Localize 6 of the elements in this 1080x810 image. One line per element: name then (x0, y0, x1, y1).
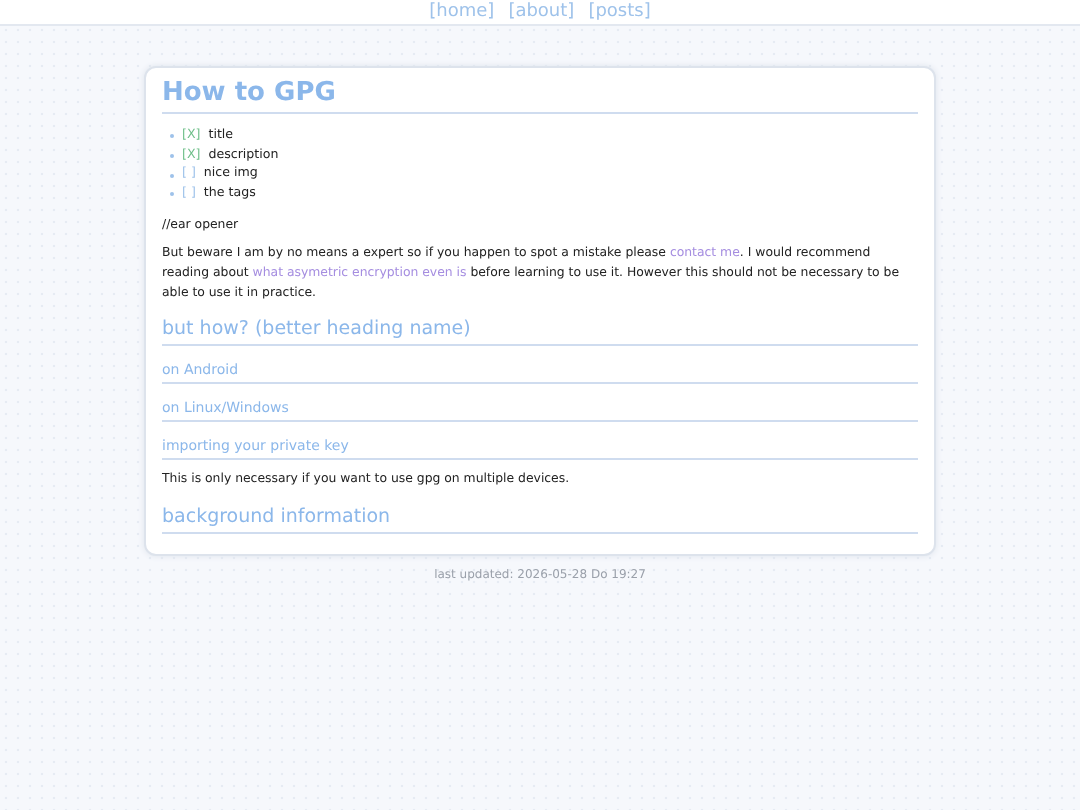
section-heading: background information (162, 505, 918, 534)
nav-link[interactable]: [posts] (588, 0, 651, 24)
section-heading: but how? (better heading name) (162, 318, 918, 347)
nav-link[interactable]: [about] (508, 0, 575, 24)
page-title: How to GPG (162, 78, 918, 114)
nav-link[interactable]: [home] (429, 0, 495, 24)
